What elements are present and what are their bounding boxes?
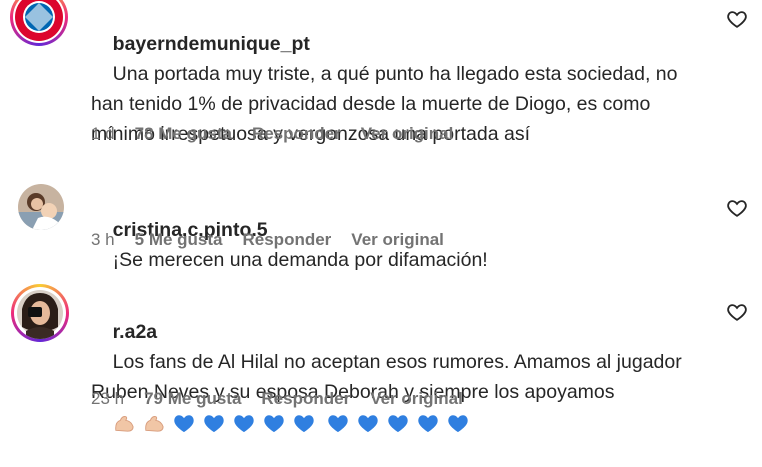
likes-count[interactable]: 5 Me gusta bbox=[135, 230, 223, 250]
comment-meta: 1 d 78 Me gusta Responder Ver original bbox=[91, 124, 453, 144]
comment-1: bayerndemunique_pt Una portada muy trist… bbox=[0, 0, 762, 160]
comment-text: r.a2a Los fans de Al Hilal no aceptan es… bbox=[91, 287, 692, 467]
avatar[interactable] bbox=[11, 284, 69, 342]
blue-heart-icon bbox=[233, 415, 254, 432]
comment-time: 3 h bbox=[91, 230, 115, 249]
reply-button[interactable]: Responder bbox=[243, 230, 332, 250]
comment-3: r.a2a Los fans de Al Hilal no aceptan es… bbox=[0, 282, 762, 442]
see-original-button[interactable]: Ver original bbox=[370, 389, 463, 409]
blue-heart-icon bbox=[327, 415, 348, 432]
user-photo-icon bbox=[17, 290, 63, 339]
emoji-row bbox=[113, 413, 469, 433]
bayern-munich-crest-icon bbox=[15, 0, 63, 41]
avatar[interactable] bbox=[10, 0, 68, 46]
blue-heart-icon bbox=[417, 415, 438, 432]
blue-heart-icon bbox=[203, 415, 224, 432]
blue-heart-icon bbox=[387, 415, 408, 432]
blue-heart-icon bbox=[263, 415, 284, 432]
comment-body: ¡Se merecen una demanda por difamación! bbox=[112, 249, 488, 271]
likes-count[interactable]: 79 Me gusta bbox=[144, 389, 241, 409]
blue-heart-icon bbox=[447, 415, 468, 432]
comment-time: 23 h bbox=[91, 389, 125, 408]
flexed-biceps-icon bbox=[144, 415, 164, 432]
comment-2: cristina.c.pinto.5 ¡Se merecen una deman… bbox=[0, 178, 762, 271]
likes-count[interactable]: 78 Me gusta bbox=[135, 124, 232, 144]
comment-meta: 23 h 79 Me gusta Responder Ver original bbox=[91, 389, 463, 409]
comment-meta: 3 h 5 Me gusta Responder Ver original bbox=[91, 230, 444, 250]
comment-time: 1 d bbox=[91, 124, 115, 143]
flexed-biceps-icon bbox=[114, 415, 134, 432]
reply-button[interactable]: Responder bbox=[261, 389, 350, 409]
comment-username[interactable]: r.a2a bbox=[113, 321, 157, 343]
blue-heart-icon bbox=[173, 415, 194, 432]
comment-username[interactable]: bayerndemunique_pt bbox=[113, 33, 310, 55]
like-heart-icon[interactable] bbox=[726, 197, 748, 219]
see-original-button[interactable]: Ver original bbox=[351, 230, 444, 250]
see-original-button[interactable]: Ver original bbox=[361, 124, 454, 144]
like-heart-icon[interactable] bbox=[726, 301, 748, 323]
blue-heart-icon bbox=[357, 415, 378, 432]
user-photo-icon bbox=[18, 184, 64, 230]
comment-text: bayerndemunique_pt Una portada muy trist… bbox=[91, 0, 692, 179]
reply-button[interactable]: Responder bbox=[252, 124, 341, 144]
blue-heart-icon bbox=[293, 415, 314, 432]
like-heart-icon[interactable] bbox=[726, 8, 748, 30]
avatar[interactable] bbox=[18, 184, 64, 230]
